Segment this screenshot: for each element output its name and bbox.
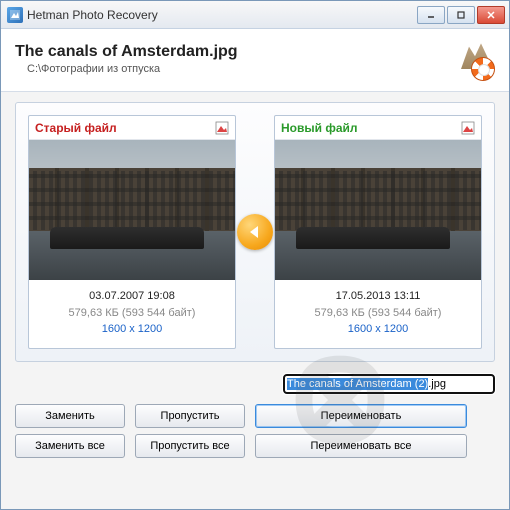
compare-panel: Старый файл 03.07.2007 19:08 579,63 КБ (… (15, 102, 495, 362)
file-path: C:\Фотографии из отпуска (15, 63, 451, 75)
arrow-left-icon (237, 214, 273, 250)
dialog-window: Hetman Photo Recovery The canals of Amst… (0, 0, 510, 510)
skip-button[interactable]: Пропустить (135, 404, 245, 428)
replace-button[interactable]: Заменить (15, 404, 125, 428)
old-file-thumbnail (29, 140, 235, 280)
new-file-label: Новый файл (281, 121, 461, 135)
old-file-size: 579,63 КБ (593 544 байт) (33, 305, 231, 322)
new-file-thumbnail (275, 140, 481, 280)
window-title: Hetman Photo Recovery (23, 8, 417, 22)
new-file-panel: Новый файл 17.05.2013 13:11 579,63 КБ (5… (274, 115, 482, 349)
titlebar: Hetman Photo Recovery (1, 1, 509, 29)
old-file-panel: Старый файл 03.07.2007 19:08 579,63 КБ (… (28, 115, 236, 349)
close-button[interactable] (477, 6, 505, 24)
rename-input[interactable] (283, 374, 495, 394)
old-file-dimensions: 1600 x 1200 (33, 321, 231, 338)
skip-all-button[interactable]: Пропустить все (135, 434, 245, 458)
rename-all-button[interactable]: Переименовать все (255, 434, 467, 458)
image-icon (461, 121, 475, 135)
window-controls (417, 6, 505, 24)
new-file-size: 579,63 КБ (593 544 байт) (279, 305, 477, 322)
maximize-button[interactable] (447, 6, 475, 24)
button-row: Заменить Заменить все Пропустить Пропуст… (15, 404, 495, 458)
recovery-icon (451, 37, 495, 81)
minimize-button[interactable] (417, 6, 445, 24)
new-file-dimensions: 1600 x 1200 (279, 321, 477, 338)
main-content: Старый файл 03.07.2007 19:08 579,63 КБ (… (1, 92, 509, 509)
old-file-label: Старый файл (35, 121, 215, 135)
header: The canals of Amsterdam.jpg C:\Фотографи… (1, 29, 509, 92)
image-icon (215, 121, 229, 135)
rename-button[interactable]: Переименовать (255, 404, 467, 428)
replace-all-button[interactable]: Заменить все (15, 434, 125, 458)
old-file-date: 03.07.2007 19:08 (33, 288, 231, 305)
app-icon (7, 7, 23, 23)
new-file-date: 17.05.2013 13:11 (279, 288, 477, 305)
file-name: The canals of Amsterdam.jpg (15, 43, 451, 61)
